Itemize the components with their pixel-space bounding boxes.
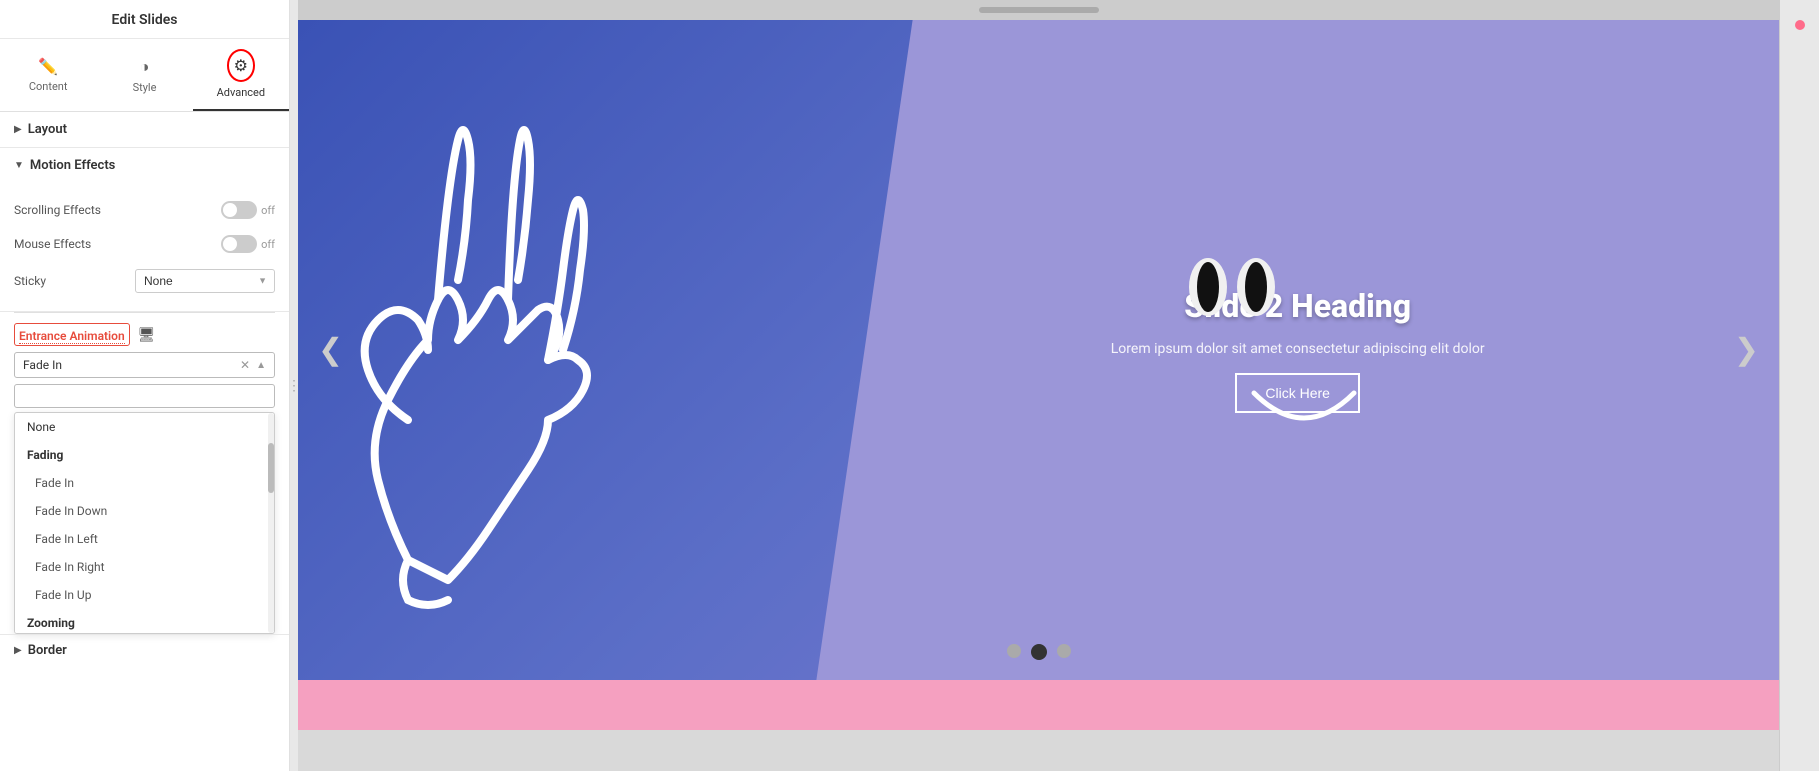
dropdown-item-fade-in[interactable]: Fade In bbox=[15, 469, 268, 497]
mouse-effects-thumb bbox=[223, 237, 237, 251]
pencil-icon: ✏️ bbox=[38, 57, 58, 76]
dropdown-item-fade-in-left[interactable]: Fade In Left bbox=[15, 525, 268, 553]
sticky-select[interactable]: None Top Bottom bbox=[135, 269, 275, 293]
tabs-row: ✏️ Content ◑ Style ⚙ Advanced bbox=[0, 39, 289, 112]
scrolling-effects-track[interactable] bbox=[221, 201, 257, 219]
slide-2: Slide 2 Heading Lorem ipsum dolor sit am… bbox=[298, 20, 1779, 680]
slider-dots bbox=[1007, 644, 1071, 660]
left-eye-pupil bbox=[1197, 262, 1219, 312]
tab-style-label: Style bbox=[133, 81, 157, 94]
gear-icon: ⚙ bbox=[234, 56, 248, 75]
gear-icon-wrap: ⚙ bbox=[227, 49, 255, 82]
dropdown-item-fade-in-right[interactable]: Fade In Right bbox=[15, 553, 268, 581]
dropdown-scrollbar[interactable] bbox=[268, 413, 274, 633]
entrance-animation-label[interactable]: Entrance Animation bbox=[19, 329, 125, 344]
tab-content-label: Content bbox=[29, 80, 68, 93]
motion-effects-arrow-icon: ▼ bbox=[14, 160, 24, 171]
motion-effects-section-header[interactable]: ▼ Motion Effects bbox=[0, 148, 289, 183]
dropdown-scrollbar-thumb bbox=[268, 443, 274, 493]
mouse-effects-toggle[interactable]: off bbox=[221, 235, 275, 253]
top-bar bbox=[298, 0, 1779, 20]
slider-dot-0[interactable] bbox=[1007, 644, 1021, 658]
sticky-select-wrap: None Top Bottom bbox=[135, 269, 275, 293]
layout-arrow-icon: ▶ bbox=[14, 124, 22, 135]
scrolling-effects-label: Scrolling Effects bbox=[14, 203, 101, 217]
slide-face bbox=[1189, 258, 1275, 316]
border-section-title: Border bbox=[28, 643, 67, 658]
scrolling-effects-state: off bbox=[261, 204, 275, 217]
entrance-animation-select-field[interactable]: Fade In ✕ ▲ bbox=[14, 352, 275, 378]
entrance-animation-value: Fade In bbox=[23, 358, 62, 372]
border-section-header[interactable]: ▶ Border bbox=[0, 634, 289, 666]
sticky-row: Sticky None Top Bottom bbox=[14, 261, 275, 301]
dropdown-group-zooming: Zooming bbox=[15, 609, 268, 633]
main-area: Slide 2 Heading Lorem ipsum dolor sit am… bbox=[298, 0, 1779, 771]
tab-advanced-label: Advanced bbox=[217, 86, 265, 99]
right-edge-dot bbox=[1795, 20, 1805, 30]
slider-container: Slide 2 Heading Lorem ipsum dolor sit am… bbox=[298, 20, 1779, 680]
slider-next-button[interactable]: ❯ bbox=[1724, 323, 1769, 378]
resize-handle[interactable] bbox=[290, 0, 298, 771]
panel-title: Edit Slides bbox=[0, 0, 289, 39]
hand-svg bbox=[328, 40, 708, 620]
left-eye-white bbox=[1189, 258, 1227, 316]
slide-art bbox=[328, 40, 708, 620]
scrolling-effects-toggle[interactable]: off bbox=[221, 201, 275, 219]
dropdown-item-none[interactable]: None bbox=[15, 413, 268, 441]
mouse-effects-label: Mouse Effects bbox=[14, 237, 91, 251]
layout-section-header[interactable]: ▶ Layout bbox=[0, 112, 289, 148]
entrance-animation-label-wrap: Entrance Animation bbox=[14, 323, 130, 346]
mouse-effects-state: off bbox=[261, 238, 275, 251]
dropdown-list: None Fading Fade In Fade In Down Fade In… bbox=[14, 412, 275, 634]
tab-advanced[interactable]: ⚙ Advanced bbox=[193, 39, 289, 111]
top-bar-inner bbox=[979, 7, 1099, 13]
slider-dot-2[interactable] bbox=[1057, 644, 1071, 658]
smile-arc bbox=[1244, 383, 1364, 447]
dropdown-item-fade-in-up[interactable]: Fade In Up bbox=[15, 581, 268, 609]
clear-icon[interactable]: ✕ bbox=[240, 358, 250, 372]
entrance-animation-select-wrap: Fade In ✕ ▲ bbox=[0, 352, 289, 384]
mouse-effects-row: Mouse Effects off bbox=[14, 227, 275, 261]
dropdown-search-input[interactable] bbox=[14, 384, 275, 408]
mouse-effects-track[interactable] bbox=[221, 235, 257, 253]
border-arrow-icon: ▶ bbox=[14, 645, 22, 656]
scrolling-effects-row: Scrolling Effects off bbox=[14, 193, 275, 227]
dropdown-item-fade-in-down[interactable]: Fade In Down bbox=[15, 497, 268, 525]
dropdown-list-inner: None Fading Fade In Fade In Down Fade In… bbox=[15, 413, 268, 633]
dropdown-group-fading: Fading bbox=[15, 441, 268, 469]
right-eye-pupil bbox=[1245, 262, 1267, 312]
layout-section-title: Layout bbox=[28, 122, 67, 137]
tab-content[interactable]: ✏️ Content bbox=[0, 39, 96, 111]
desktop-icon: 🖥 bbox=[138, 327, 156, 343]
scrolling-effects-thumb bbox=[223, 203, 237, 217]
right-edge bbox=[1779, 0, 1819, 771]
entrance-animation-row: Entrance Animation 🖥 bbox=[0, 313, 289, 352]
motion-effects-content: Scrolling Effects off Mouse Effects off bbox=[0, 183, 289, 312]
half-circle-icon: ◑ bbox=[140, 57, 150, 77]
left-panel: Edit Slides ✏️ Content ◑ Style ⚙ Advance… bbox=[0, 0, 290, 771]
slider-prev-button[interactable]: ❮ bbox=[308, 323, 353, 378]
sticky-label: Sticky bbox=[14, 274, 46, 288]
slider-dot-1[interactable] bbox=[1031, 644, 1047, 660]
slide-text-content: Slide 2 Heading Lorem ipsum dolor sit am… bbox=[816, 20, 1779, 680]
dropdown-icons: ✕ ▲ bbox=[240, 358, 266, 372]
panel-body: ▶ Layout ▼ Motion Effects Scrolling Effe… bbox=[0, 112, 289, 771]
bottom-strip bbox=[298, 680, 1779, 730]
dropdown-list-wrapper: None Fading Fade In Fade In Down Fade In… bbox=[15, 413, 274, 633]
right-eye-white bbox=[1237, 258, 1275, 316]
chevron-up-icon[interactable]: ▲ bbox=[256, 360, 266, 371]
smile-svg bbox=[1244, 383, 1364, 443]
tab-style[interactable]: ◑ Style bbox=[96, 39, 192, 111]
dropdown-search-wrap bbox=[0, 384, 289, 412]
slide-subtext: Lorem ipsum dolor sit amet consectetur a… bbox=[1111, 341, 1485, 357]
motion-effects-section-title: Motion Effects bbox=[30, 158, 115, 173]
